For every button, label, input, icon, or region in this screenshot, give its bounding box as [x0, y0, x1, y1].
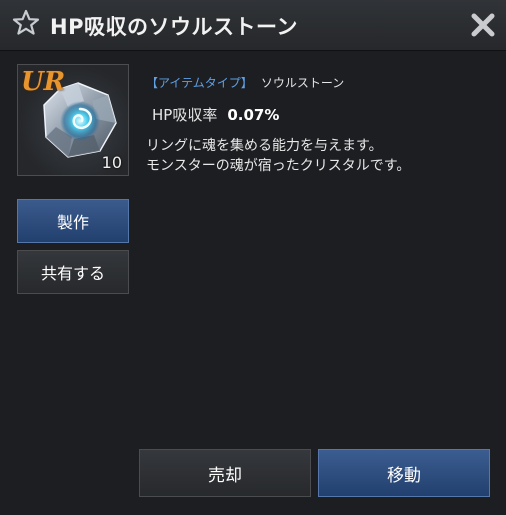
stat-line: HP吸収率 0.07%	[152, 104, 279, 125]
stat-label: HP吸収率	[152, 106, 218, 124]
rarity-badge: UR	[21, 67, 66, 97]
item-type-label: 【アイテムタイプ】	[146, 76, 253, 90]
share-button[interactable]: 共有する	[17, 250, 129, 294]
dialog-title: HP吸収のソウルストーン	[50, 15, 298, 39]
move-button[interactable]: 移動	[318, 449, 490, 497]
item-type-line: 【アイテムタイプ】 ソウルストーン	[146, 74, 344, 91]
close-icon[interactable]	[466, 8, 500, 42]
item-icon-frame: UR 10	[17, 64, 129, 176]
star-icon	[12, 9, 40, 35]
description-line-2: モンスターの魂が宿ったクリスタルです。	[146, 158, 411, 174]
title-bar: HP吸収のソウルストーン	[0, 0, 506, 51]
craft-button[interactable]: 製作	[17, 199, 129, 243]
description-line-1: リングに魂を集める能力を与えます。	[146, 138, 383, 154]
item-description: リングに魂を集める能力を与えます。 モンスターの魂が宿ったクリスタルです。	[146, 136, 410, 176]
stat-value: 0.07%	[227, 106, 280, 124]
item-detail-dialog: HP吸収のソウルストーン UR 10 製作 共有する 【アイテムタイプ】 ソウル…	[0, 0, 506, 515]
sell-button[interactable]: 売却	[139, 449, 311, 497]
item-count: 10	[101, 153, 122, 172]
item-type-value: ソウルストーン	[260, 76, 345, 90]
